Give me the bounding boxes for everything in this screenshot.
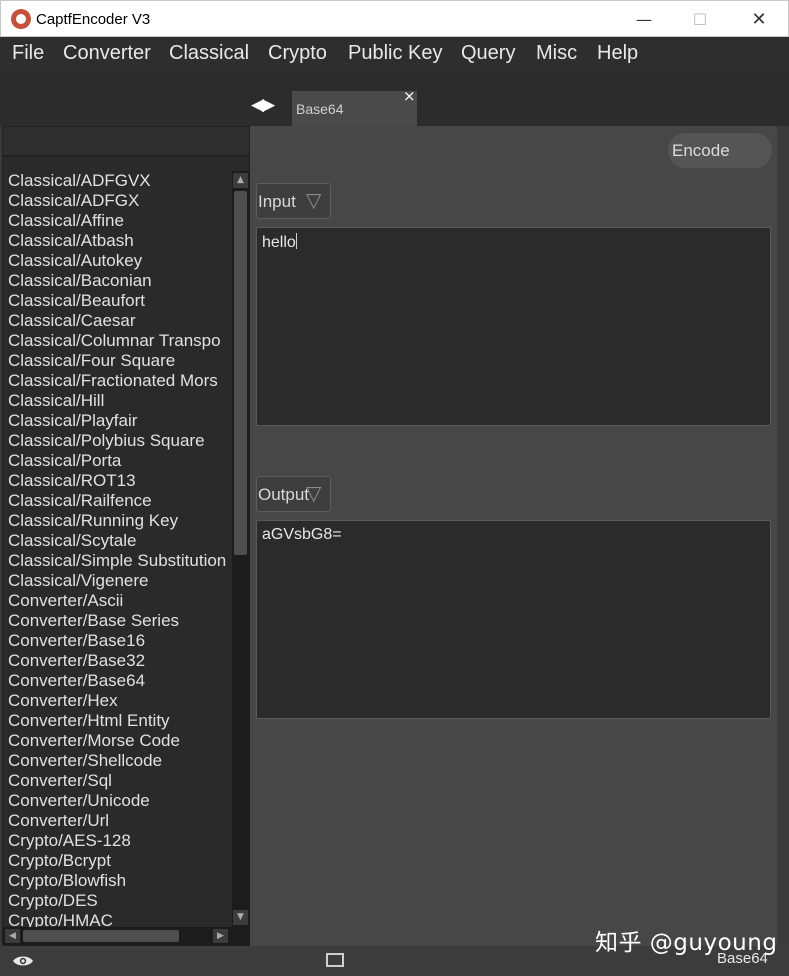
list-item[interactable]: Classical/Porta: [3, 451, 231, 471]
menu-bar: File Converter Classical Crypto Public K…: [0, 37, 789, 71]
dropdown-arrow-icon: ▽: [306, 188, 322, 212]
output-select-label: Output: [258, 485, 310, 504]
list-item[interactable]: Classical/Scytale: [3, 531, 231, 551]
scroll-right-icon[interactable]: ▶: [213, 929, 228, 943]
list-item[interactable]: Converter/Unicode: [3, 791, 231, 811]
tab-nav-arrows-icon[interactable]: ◀▶: [251, 95, 275, 115]
tab-label: Base64: [296, 101, 344, 117]
list-item[interactable]: Classical/Autokey: [3, 251, 231, 271]
maximize-button[interactable]: ☐: [671, 1, 729, 38]
dropdown-arrow-icon: ▽: [306, 481, 322, 505]
list-item[interactable]: Classical/Railfence: [3, 491, 231, 511]
list-item[interactable]: Classical/Running Key: [3, 511, 231, 531]
list-item[interactable]: Crypto/Bcrypt: [3, 851, 231, 871]
list-item[interactable]: Classical/ADFGX: [3, 191, 231, 211]
encode-button[interactable]: Encode: [668, 133, 772, 168]
window-title: CaptfEncoder V3: [36, 11, 151, 28]
list-item[interactable]: Classical/Vigenere: [3, 571, 231, 591]
eye-icon[interactable]: [12, 954, 34, 968]
list-item[interactable]: Classical/Atbash: [3, 231, 231, 251]
list-item[interactable]: Classical/ADFGVX: [3, 171, 231, 191]
horizontal-scrollbar[interactable]: ◀ ▶: [3, 927, 249, 945]
minimize-button[interactable]: —: [615, 1, 673, 38]
list-item[interactable]: Classical/Columnar Transpo: [3, 331, 231, 351]
list-item[interactable]: Classical/Polybius Square: [3, 431, 231, 451]
horizontal-scroll-thumb[interactable]: [23, 930, 179, 942]
list-item[interactable]: Classical/Simple Substitution: [3, 551, 231, 571]
list-item[interactable]: Crypto/Blowfish: [3, 871, 231, 891]
list-item[interactable]: Converter/Ascii: [3, 591, 231, 611]
sidebar-search-input[interactable]: [2, 126, 250, 156]
list-item[interactable]: Classical/Four Square: [3, 351, 231, 371]
close-window-button[interactable]: ✕: [730, 1, 788, 38]
algorithm-list: Classical/ADFGVX Classical/ADFGX Classical…: [2, 156, 250, 946]
list-item[interactable]: Classical/Beaufort: [3, 291, 231, 311]
list-item[interactable]: Crypto/AES-128: [3, 831, 231, 851]
tab-base64[interactable]: Base64 ×: [292, 87, 417, 126]
list-item[interactable]: Converter/Url: [3, 811, 231, 831]
list-item[interactable]: Classical/Baconian: [3, 271, 231, 291]
scroll-up-icon[interactable]: ▲: [233, 173, 248, 188]
right-edge: [777, 126, 789, 946]
list-item[interactable]: Classical/Affine: [3, 211, 231, 231]
captfencoder-logo-icon: [11, 9, 31, 29]
list-item[interactable]: Crypto/DES: [3, 891, 231, 911]
output-format-select[interactable]: Output ▽: [256, 476, 331, 512]
list-item[interactable]: Classical/Fractionated Mors: [3, 371, 231, 391]
list-item[interactable]: Converter/Sql: [3, 771, 231, 791]
algorithm-list-items: Classical/ADFGVX Classical/ADFGX Classical…: [3, 171, 231, 927]
input-textarea[interactable]: hello: [256, 227, 771, 426]
encoder-panel: Encode Input ▽ hello Output ▽ aGVsbG8=: [250, 126, 777, 946]
input-text: hello: [262, 234, 296, 251]
input-select-label: Input: [258, 192, 296, 211]
tab-strip: ◀▶ Base64 ×: [0, 71, 789, 126]
window-square-icon[interactable]: [326, 953, 344, 967]
menu-crypto[interactable]: Crypto: [268, 42, 327, 65]
list-item[interactable]: Converter/Base32: [3, 651, 231, 671]
list-item[interactable]: Crypto/HMAC: [3, 911, 231, 927]
output-textarea[interactable]: aGVsbG8=: [256, 520, 771, 719]
list-item[interactable]: Converter/Base64: [3, 671, 231, 691]
list-item[interactable]: Classical/ROT13: [3, 471, 231, 491]
watermark: 知乎 @guyoung: [595, 930, 778, 956]
scroll-left-icon[interactable]: ◀: [5, 929, 20, 943]
list-item[interactable]: Classical/Playfair: [3, 411, 231, 431]
menu-query[interactable]: Query: [461, 42, 515, 65]
input-format-select[interactable]: Input ▽: [256, 183, 331, 219]
menu-help[interactable]: Help: [597, 42, 638, 65]
title-bar: CaptfEncoder V3 — ☐ ✕: [0, 0, 789, 37]
output-text: aGVsbG8=: [262, 526, 342, 543]
list-item[interactable]: Converter/Shellcode: [3, 751, 231, 771]
list-item[interactable]: Converter/Morse Code: [3, 731, 231, 751]
list-item[interactable]: Converter/Base16: [3, 631, 231, 651]
tab-close-icon[interactable]: ×: [403, 87, 416, 105]
vertical-scrollbar[interactable]: ▲ ▼: [232, 171, 249, 927]
menu-misc[interactable]: Misc: [536, 42, 577, 65]
list-item[interactable]: Classical/Caesar: [3, 311, 231, 331]
text-cursor-icon: [295, 233, 297, 249]
list-item[interactable]: Classical/Hill: [3, 391, 231, 411]
list-item[interactable]: Converter/Hex: [3, 691, 231, 711]
scroll-down-icon[interactable]: ▼: [233, 910, 248, 925]
menu-converter[interactable]: Converter: [63, 42, 151, 65]
menu-file[interactable]: File: [12, 42, 44, 65]
menu-classical[interactable]: Classical: [169, 42, 249, 65]
vertical-scroll-thumb[interactable]: [234, 191, 247, 555]
list-item[interactable]: Converter/Base Series: [3, 611, 231, 631]
menu-public-key[interactable]: Public Key: [348, 42, 443, 65]
list-item[interactable]: Converter/Html Entity: [3, 711, 231, 731]
